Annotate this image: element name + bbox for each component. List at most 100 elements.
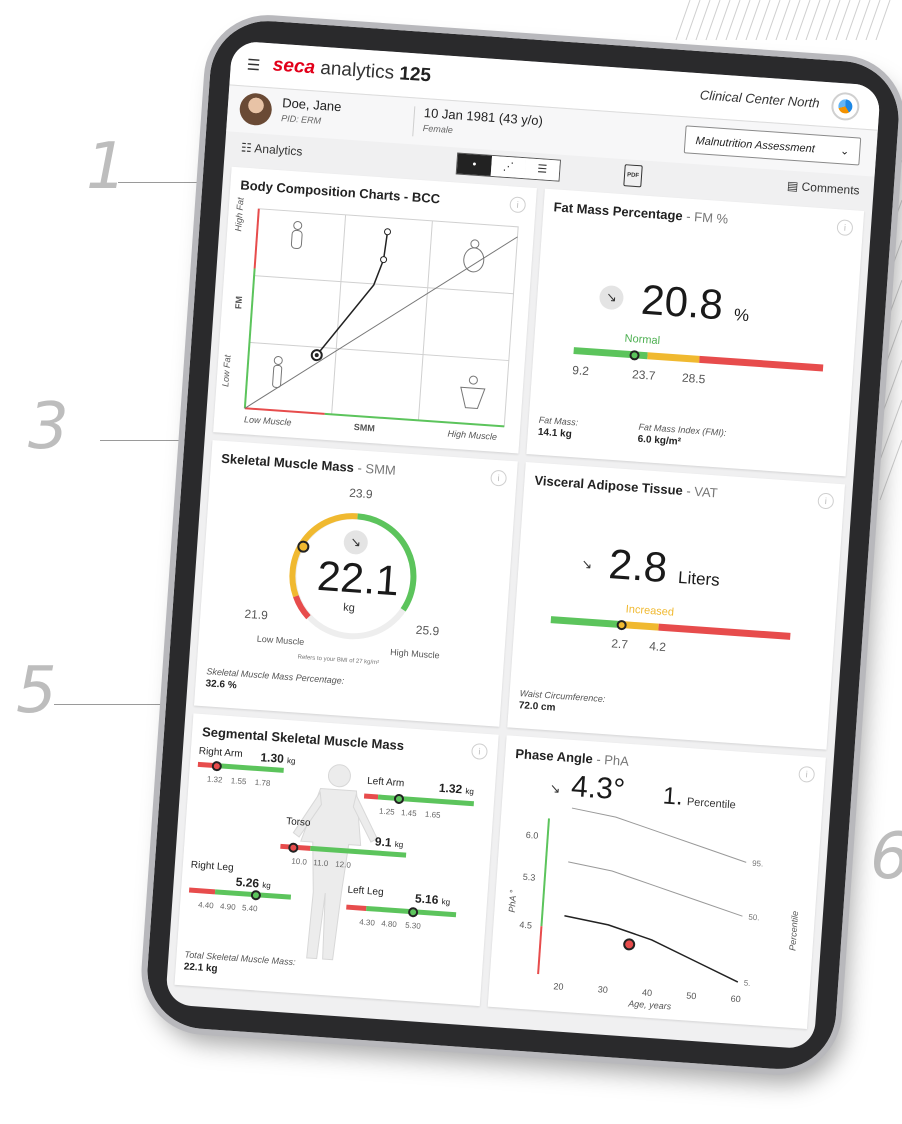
brand-seca: seca (272, 54, 316, 79)
fm-tick-1: 9.2 (571, 363, 590, 379)
brand-text: analytics (319, 57, 395, 84)
left-arm-tick-1: 1.25 (378, 806, 395, 817)
comments-button[interactable]: ▤ Comments (787, 179, 861, 198)
vat-title-text: Visceral Adipose Tissue (534, 472, 684, 498)
right-arm-tick-3: 1.78 (254, 777, 271, 788)
clinic-logo-icon[interactable] (830, 91, 861, 122)
assessment-dropdown[interactable]: Malnutrition Assessment ⌄ (683, 125, 862, 166)
right-arm-value-text: 1.30 (260, 750, 285, 766)
right-arm-unit: kg (286, 756, 296, 766)
bcc-chart (243, 208, 519, 428)
comments-label: Comments (801, 179, 861, 198)
right-arm-value: 1.30 kg (260, 750, 296, 766)
assessment-value: Malnutrition Assessment (695, 135, 816, 156)
trend-down-icon: ↘ (580, 556, 593, 572)
smm-value: 22.1 (315, 551, 401, 605)
fm-tick-2: 23.7 (631, 367, 656, 383)
left-leg-tick-2: 4.80 (380, 919, 398, 930)
fm-bar-yellow (647, 352, 700, 363)
callout-number-5: 5 (16, 654, 57, 728)
callout-number-6: 6 (870, 820, 902, 894)
right-leg-unit: kg (262, 880, 272, 891)
fm-status: Normal (624, 332, 661, 348)
view-toggle: • ⋰ ☰ (455, 152, 561, 182)
waist-value: 72.0 cm (518, 700, 556, 714)
bcc-card[interactable]: Body Composition Charts - BCC i High Fat… (213, 166, 537, 454)
pha-series-line-0 (571, 807, 747, 863)
left-leg-tick-1: 4.30 (358, 917, 376, 928)
vat-value: 2.8 Liters (607, 540, 722, 596)
left-arm-tick-3: 1.65 (424, 809, 441, 820)
left-arm-unit: kg (465, 786, 475, 797)
vat-status: Increased (625, 603, 675, 619)
vat-marker (616, 619, 627, 631)
table-view-button[interactable]: ☰ (524, 158, 560, 181)
segmental-card[interactable]: Segmental Skeletal Muscle Mass i Right A… (174, 713, 499, 1007)
left-leg-value-text: 5.16 (414, 891, 439, 907)
fm-value: 20.8 % (640, 276, 752, 331)
smm-top: 23.9 (348, 485, 374, 502)
torso-value: 9.1 kg (374, 834, 403, 850)
pha-y-tick-2: 4.5 (519, 920, 532, 931)
fm-subtitle: - FM % (685, 208, 729, 227)
vat-unit: Liters (677, 567, 721, 590)
left-arm-bar-red (363, 793, 379, 800)
pha-series-label-2: 5. (743, 978, 750, 987)
trend-down-icon: ↘ (598, 284, 625, 311)
pha-point (623, 938, 636, 951)
fm-title-text: Fat Mass Percentage (553, 199, 684, 224)
torso-value-text: 9.1 (374, 834, 393, 850)
comment-icon: ▤ (786, 178, 799, 194)
total-smm-value: 22.1 kg (183, 961, 218, 975)
info-icon[interactable]: i (836, 219, 854, 237)
left-leg-unit: kg (441, 897, 451, 907)
tablet-device: ☰ seca analytics 125 Clinical Center Nor… (137, 10, 902, 1080)
fat-mass-label: Fat Mass: (538, 414, 579, 428)
smm-unit: kg (342, 601, 356, 615)
fm-value-text: 20.8 (639, 275, 725, 329)
callout-number-3: 3 (28, 390, 69, 464)
pha-x-tick-1: 30 (597, 984, 608, 995)
clinic-name: Clinical Center North (699, 87, 821, 111)
vat-bar-red (658, 623, 791, 640)
vat-subtitle: - VAT (685, 483, 719, 501)
right-arm-tick-2: 1.55 (230, 776, 247, 787)
callout-number-1: 1 (86, 130, 127, 204)
fm-marker (629, 349, 640, 361)
trend-view-button[interactable]: ⋰ (490, 155, 526, 179)
vat-value-text: 2.8 (607, 540, 669, 592)
fm-card[interactable]: Fat Mass Percentage - FM % i ↘ 20.8 % No… (526, 188, 865, 477)
patient-sex: Female (422, 123, 454, 136)
patient-name: Doe, Jane (281, 95, 342, 115)
menu-icon[interactable]: ☰ (246, 56, 261, 75)
right-leg-tick-3: 5.40 (241, 903, 258, 914)
vat-card[interactable]: Visceral Adipose Tissue - VAT i ↘ 2.8 Li… (507, 461, 846, 750)
info-icon[interactable]: i (817, 492, 835, 510)
pha-x-tick-2: 40 (642, 987, 653, 998)
bcc-y-mid: FM (233, 295, 245, 310)
smm-pct-value: 32.6 % (205, 678, 238, 692)
right-leg-tick-1: 4.40 (197, 900, 214, 911)
analytics-menu[interactable]: ☷ Analytics (241, 140, 303, 158)
pha-series-label-1: 50. (748, 913, 760, 923)
pha-x-tick-3: 50 (686, 991, 697, 1002)
right-arm-tick-1: 1.32 (206, 774, 223, 785)
smm-card[interactable]: Skeletal Muscle Mass - SMM i 23.9 ↘ 22.1… (194, 440, 518, 727)
pha-y-tick-1: 5.3 (523, 872, 536, 883)
left-arm-tick-2: 1.45 (400, 808, 417, 819)
left-leg-tick-3: 5.30 (404, 920, 422, 931)
torso-tick-1: 10.0 (291, 856, 308, 867)
app-brand: seca analytics 125 (272, 54, 432, 87)
fat-mass-value: 14.1 kg (537, 426, 573, 441)
avatar (238, 92, 273, 127)
bcc-x-mid: SMM (353, 421, 376, 434)
right-leg-tick-2: 4.90 (219, 901, 236, 912)
app-screen: ☰ seca analytics 125 Clinical Center Nor… (165, 40, 881, 1050)
torso-tick-2: 11.0 (313, 858, 329, 869)
torso-unit: kg (394, 839, 404, 850)
single-view-button[interactable]: • (456, 153, 493, 176)
pha-axis-red (537, 926, 543, 975)
pha-card[interactable]: Phase Angle - PhA i ↘ 4.3° 1. Percentile… (487, 735, 826, 1029)
right-leg-value: 5.26 kg (235, 875, 271, 891)
pdf-icon[interactable]: PDF (623, 164, 643, 188)
